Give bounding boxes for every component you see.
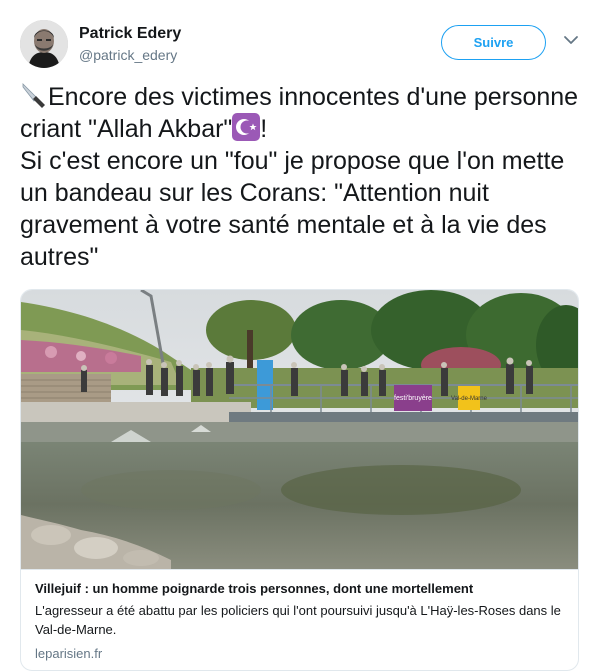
- card-image[interactable]: festi'bruyère Val-de-Marne: [21, 290, 579, 569]
- card-text-block[interactable]: Villejuif : un homme poignarde trois per…: [21, 569, 578, 663]
- tweet-line-1: Encore des victimes innocentes d'une per…: [20, 83, 586, 143]
- star-and-crescent-icon: [232, 113, 261, 141]
- avatar[interactable]: [20, 20, 68, 68]
- avatar-photo: [20, 20, 68, 68]
- author-display-name[interactable]: Patrick Edery: [79, 24, 181, 44]
- tweet-line-2: Si c'est encore un "fou" je propose que …: [20, 147, 572, 271]
- tweet-line-1-end: !: [260, 115, 268, 143]
- author-names: Patrick Edery @patrick_edery: [79, 24, 181, 65]
- author-handle[interactable]: @patrick_edery: [79, 45, 181, 65]
- card-description: L'agresseur a été abattu par les policie…: [35, 603, 561, 637]
- yellow-sign-text: Val-de-Marne: [451, 396, 488, 402]
- card-domain: leparisien.fr: [35, 646, 103, 661]
- banner-text: festi'bruyère: [394, 395, 432, 402]
- follow-button[interactable]: Suivre: [441, 25, 546, 60]
- tweet-header: Patrick Edery @patrick_edery Suivre: [20, 20, 595, 70]
- card-title[interactable]: Villejuif : un homme poignarde trois per…: [35, 580, 567, 598]
- chevron-down-icon[interactable]: [563, 32, 579, 48]
- knife-icon: [22, 83, 45, 108]
- tweet-text: Encore des victimes innocentes d'une per…: [20, 81, 590, 273]
- link-card[interactable]: festi'bruyère Val-de-Marne Villejuif: u…: [20, 289, 579, 671]
